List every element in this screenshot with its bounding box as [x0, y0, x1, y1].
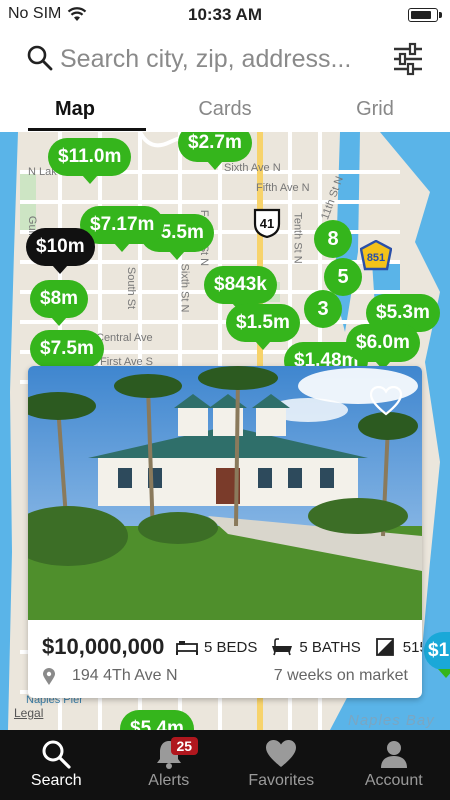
listing-cluster[interactable]: 8 [314, 220, 352, 258]
favorite-heart-icon[interactable] [370, 386, 402, 416]
price-marker[interactable]: $8m [30, 280, 89, 326]
account-icon [380, 741, 407, 768]
listing-address: 194 4Th Ave N [72, 667, 178, 684]
bathtub-icon [272, 638, 293, 656]
clock: 10:33 AM [187, 5, 262, 24]
county-route-number: 851 [367, 252, 385, 264]
price-marker[interactable]: $6.0m [346, 324, 420, 370]
listing-photo[interactable] [28, 366, 422, 620]
search-icon [42, 740, 71, 769]
county-route-shield: 851 [359, 239, 393, 277]
road-label: Sixth Ave N [224, 162, 281, 174]
road-label: Fifth Ave N [256, 182, 310, 194]
location-pin-icon [43, 668, 55, 685]
square-footage: 5151 [402, 638, 422, 656]
road-label: Tenth St N [291, 212, 304, 264]
tab-cards[interactable]: Cards [150, 90, 300, 132]
nav-favorites[interactable]: Favorites [225, 730, 338, 800]
price-marker[interactable]: $11.0m [48, 138, 132, 184]
bay-label: Naples Bay [348, 712, 435, 729]
nav-account-label: Account [364, 772, 423, 789]
price-marker[interactable]: $843k [204, 266, 277, 312]
nav-alerts[interactable]: 25 Alerts [113, 730, 226, 800]
nav-account[interactable]: Account [338, 730, 450, 800]
listing-card[interactable]: $10,000,000 5 BEDS 5 BATHS 5151 194 4Th … [28, 366, 422, 698]
search-input[interactable] [60, 42, 380, 76]
battery-fill [411, 11, 431, 19]
us-route-number: 41 [260, 216, 274, 231]
heart-icon [266, 740, 297, 767]
battery-icon [408, 8, 442, 22]
area-icon [375, 638, 394, 656]
beds-count: 5 BEDS [204, 638, 258, 656]
tab-map[interactable]: Map [0, 90, 150, 132]
us-route-shield: 41 [252, 208, 282, 243]
road-label: South St [125, 266, 138, 310]
status-bar: No SIM 10:33 AM [0, 0, 450, 30]
time-on-market: 7 weeks on market [273, 667, 408, 684]
active-tab-indicator [28, 128, 146, 131]
nav-search-label: Search [30, 772, 82, 789]
search-icon[interactable] [26, 44, 54, 72]
search-bar [0, 30, 450, 90]
price-marker[interactable]: $5.4m [120, 710, 194, 730]
nav-alerts-label: Alerts [148, 772, 190, 789]
view-tabs: Map Cards Grid [0, 90, 450, 132]
price-marker[interactable]: $1.5m [226, 304, 300, 350]
listing-stats: 5 BEDS 5 BATHS 5151 [176, 638, 422, 656]
alerts-count-badge: 25 [170, 737, 199, 755]
bottom-tab-bar: Search 25 Alerts Favorites Account [0, 730, 450, 800]
price-marker[interactable]: $2.7m [178, 132, 252, 170]
listing-price: $10,000,000 [42, 634, 165, 659]
bed-icon [176, 641, 198, 655]
price-marker[interactable]: $7.5m [30, 330, 104, 376]
filter-sliders-icon[interactable] [392, 42, 424, 76]
legal-link[interactable]: Legal [14, 706, 43, 720]
road-label: Central Ave [96, 332, 153, 344]
listing-cluster[interactable]: 3 [304, 290, 342, 328]
baths-count: 5 BATHS [299, 638, 361, 656]
tab-grid[interactable]: Grid [300, 90, 450, 132]
road-label: Sixth St N [178, 263, 191, 313]
nav-favorites-label: Favorites [248, 772, 315, 789]
selected-price-marker[interactable]: $10m [26, 228, 95, 274]
nav-search[interactable]: Search [0, 730, 113, 800]
